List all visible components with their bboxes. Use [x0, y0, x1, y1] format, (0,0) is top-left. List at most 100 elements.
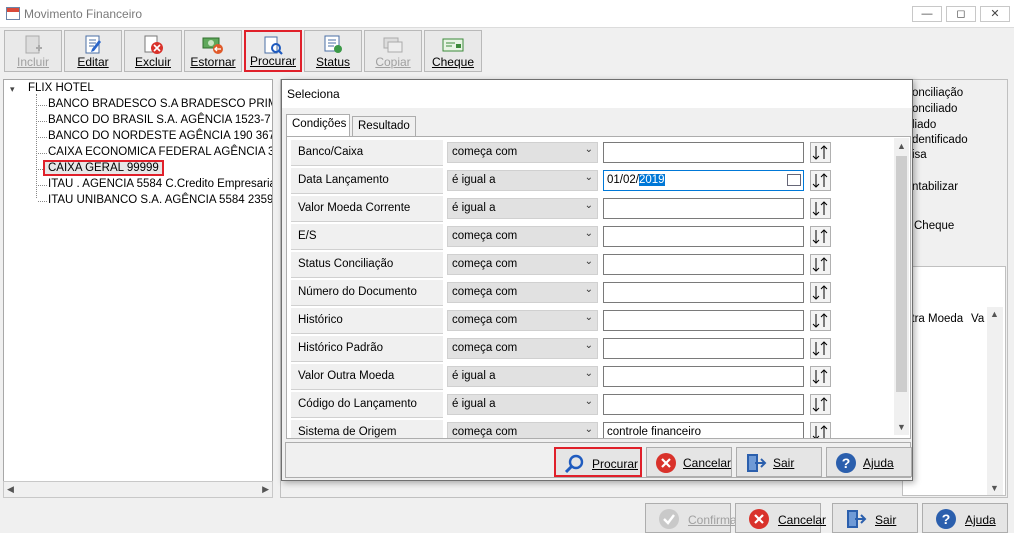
scroll-left-icon[interactable]: ◀	[7, 484, 14, 495]
ajuda-dialog-button[interactable]: ? Ajuda	[826, 447, 912, 477]
value-input[interactable]	[603, 394, 804, 415]
operator-select[interactable]: é igual a ⌄	[447, 366, 598, 387]
sort-toggle-button[interactable]	[810, 254, 831, 275]
accounts-tree[interactable]: ▾ FLIX HOTEL BANCO BRADESCO S.A BRADESCO…	[3, 79, 273, 498]
scroll-up-icon[interactable]: ▲	[894, 138, 909, 154]
close-button[interactable]: ✕	[980, 6, 1010, 22]
sort-icon	[812, 229, 828, 244]
conditions-scrollbar[interactable]: ▲ ▼	[894, 138, 909, 435]
date-input[interactable]: 01/02/2019	[603, 170, 804, 191]
condition-row: Código do Lançamento é igual a ⌄	[291, 391, 891, 418]
condition-label: Sistema de Origem	[291, 420, 443, 438]
restore-button[interactable]: ◻	[946, 6, 976, 22]
sort-toggle-button[interactable]	[810, 226, 831, 247]
condition-label: Banco/Caixa	[291, 140, 443, 166]
confirmar-button[interactable]: Confirmar	[645, 503, 741, 533]
value-input[interactable]	[603, 282, 804, 303]
status-button[interactable]: Status	[304, 30, 362, 72]
sort-icon	[812, 257, 828, 272]
value-input[interactable]	[603, 310, 804, 331]
sair-dialog-button[interactable]: Sair	[736, 447, 822, 477]
procurar-button[interactable]: Procurar	[244, 30, 302, 72]
procurar-search-button[interactable]: Procurar	[554, 447, 642, 477]
results-grid[interactable]: utra Moeda Va ▲ ▼	[902, 266, 1006, 496]
estornar-button[interactable]: Estornar	[184, 30, 242, 72]
sort-toggle-button[interactable]	[810, 282, 831, 303]
sort-toggle-button[interactable]	[810, 142, 831, 163]
operator-select[interactable]: é igual a ⌄	[447, 170, 598, 191]
grid-header-va[interactable]: Va	[971, 313, 984, 325]
operator-select[interactable]: começa com ⌄	[447, 422, 598, 438]
scroll-right-icon[interactable]: ▶	[262, 484, 269, 495]
cancelar-dialog-button[interactable]: Cancelar	[646, 447, 732, 477]
value-input[interactable]	[603, 226, 804, 247]
operator-select[interactable]: começa com ⌄	[447, 226, 598, 247]
operator-select[interactable]: começa com ⌄	[447, 282, 598, 303]
grid-vertical-scrollbar[interactable]: ▲ ▼	[987, 307, 1003, 495]
tree-item[interactable]: BANCO DO NORDESTE AGÊNCIA 190 36794-	[48, 130, 272, 142]
value-input[interactable]	[603, 254, 804, 275]
operator-select[interactable]: é igual a ⌄	[447, 394, 598, 415]
operator-select[interactable]: é igual a ⌄	[447, 198, 598, 219]
operator-select[interactable]: começa com ⌄	[447, 254, 598, 275]
sort-toggle-button[interactable]	[810, 198, 831, 219]
chevron-down-icon: ⌄	[584, 312, 593, 323]
sort-icon	[812, 201, 828, 216]
tab-condicoes[interactable]: Condições	[286, 114, 350, 136]
tree-item-selected[interactable]: CAIXA GERAL 99999	[43, 160, 164, 176]
condition-row: Histórico começa com ⌄	[291, 307, 891, 334]
value-input[interactable]: controle financeiro	[603, 422, 804, 438]
excluir-button[interactable]: Excluir	[124, 30, 182, 72]
operator-value: é igual a	[452, 398, 496, 410]
value-input[interactable]	[603, 198, 804, 219]
svg-text:?: ?	[942, 511, 951, 527]
tree-root[interactable]: FLIX HOTEL	[28, 82, 94, 94]
value-input[interactable]	[603, 338, 804, 359]
copy-icon	[383, 37, 403, 53]
value-input[interactable]	[603, 142, 804, 163]
tree-expand-icon[interactable]: ▾	[10, 84, 15, 95]
tree-item[interactable]: CAIXA ECONOMICA FEDERAL AGÊNCIA 3593	[48, 146, 272, 158]
filter-option[interactable]: onciliado	[912, 103, 957, 115]
calendar-icon[interactable]	[787, 174, 801, 186]
minimize-button[interactable]: —	[912, 6, 942, 22]
sort-toggle-button[interactable]	[810, 394, 831, 415]
tree-item[interactable]: BANCO BRADESCO S.A BRADESCO PRIME 06	[48, 98, 272, 110]
status-document-icon	[324, 35, 342, 53]
operator-select[interactable]: começa com ⌄	[447, 142, 598, 163]
operator-select[interactable]: começa com ⌄	[447, 338, 598, 359]
filter-option[interactable]: dentificado	[912, 134, 968, 146]
tree-item[interactable]: ITAU UNIBANCO S.A. AGÊNCIA 5584 23595-5	[48, 194, 272, 206]
operator-select[interactable]: começa com ⌄	[447, 310, 598, 331]
sort-toggle-button[interactable]	[810, 310, 831, 331]
scroll-down-icon[interactable]: ▼	[990, 483, 999, 493]
incluir-button[interactable]: Incluir	[4, 30, 62, 72]
scroll-down-icon[interactable]: ▼	[894, 419, 909, 435]
sort-toggle-button[interactable]	[810, 366, 831, 387]
app-icon	[6, 7, 20, 20]
filter-option[interactable]: isa	[912, 149, 927, 161]
contabilizar-option[interactable]: ntabilizar	[912, 181, 958, 193]
scroll-up-icon[interactable]: ▲	[990, 309, 999, 319]
editar-button[interactable]: Editar	[64, 30, 122, 72]
sort-toggle-button[interactable]	[810, 170, 831, 191]
grid-header-outra-moeda[interactable]: utra Moeda	[905, 313, 963, 325]
cancelar-button[interactable]: Cancelar	[735, 503, 826, 533]
dialog-title-bar: Seleciona	[282, 80, 912, 108]
ajuda-button[interactable]: ? Ajuda	[922, 503, 1008, 533]
tree-item[interactable]: BANCO DO BRASIL S.A. AGÊNCIA 1523-7 501	[48, 114, 272, 126]
chevron-down-icon: ⌄	[584, 144, 593, 155]
tab-resultado[interactable]: Resultado	[352, 116, 416, 136]
copiar-button[interactable]: Copiar	[364, 30, 422, 72]
filter-option[interactable]: liado	[912, 119, 936, 131]
scroll-thumb[interactable]	[896, 156, 907, 392]
sair-button[interactable]: Sair	[832, 503, 918, 533]
cheque-option[interactable]: Cheque	[914, 220, 954, 232]
tree-item[interactable]: ITAU . AGENCIA 5584 C.Credito Empresaria…	[48, 178, 272, 190]
value-input[interactable]	[603, 366, 804, 387]
operator-value: começa com	[452, 286, 518, 298]
tree-horizontal-scrollbar[interactable]: ◀ ▶	[3, 481, 273, 498]
cheque-button[interactable]: Cheque	[424, 30, 482, 72]
sort-toggle-button[interactable]	[810, 422, 831, 438]
sort-toggle-button[interactable]	[810, 338, 831, 359]
